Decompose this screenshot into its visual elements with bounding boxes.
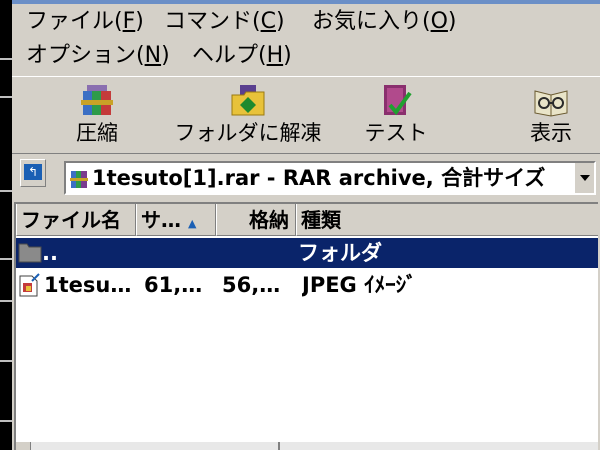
item-type: フォルダ [298, 241, 382, 265]
scrollbar-thumb-edge[interactable] [278, 442, 280, 450]
column-type[interactable]: 種類 [296, 204, 598, 236]
menu-mnemonic: F [122, 9, 136, 34]
view-label: 表示 [530, 121, 572, 145]
compress-label: 圧縮 [76, 121, 118, 145]
file-list[interactable]: ファイル名 サ… ▲ 格納 種類 .. フォルダ 1tesu… 61,… 56,… [14, 202, 598, 450]
winrar-window: ファイル(F) コマンド(C) お気に入り(O) オプション(N) ヘルプ(H)… [12, 0, 600, 450]
folder-icon [18, 243, 42, 263]
up-folder-button[interactable]: ↰ [20, 159, 46, 187]
horizontal-scrollbar[interactable] [16, 442, 598, 450]
column-packed[interactable]: 格納 [216, 204, 296, 236]
item-size: 61,… [144, 273, 203, 297]
column-name[interactable]: ファイル名 [16, 204, 136, 236]
background-window-edge [0, 0, 12, 450]
compress-button[interactable]: 圧縮 [58, 77, 136, 153]
list-item-file[interactable]: 1tesu… 61,… 56,… JPEG ｲﾒｰｼﾞ [16, 270, 598, 300]
archive-path-combobox[interactable]: 1tesuto[1].rar - RAR archive, 合計サイズ [64, 161, 596, 195]
column-size[interactable]: サ… ▲ [136, 204, 216, 236]
scroll-left-button[interactable] [16, 442, 31, 450]
chevron-down-icon [580, 175, 590, 181]
menu-mnemonic: H [266, 43, 284, 68]
jpeg-file-icon [19, 273, 40, 297]
archive-books-icon [81, 85, 113, 115]
menu-mnemonic: O [430, 9, 448, 34]
up-arrow-icon: ↰ [24, 164, 42, 180]
sort-up-icon: ▲ [187, 217, 197, 230]
menu-command[interactable]: コマンド(C) [164, 6, 285, 38]
menu-file[interactable]: ファイル(F) [26, 6, 144, 38]
menu-favorites[interactable]: お気に入り(O) [312, 6, 457, 38]
item-name: 1tesu… [44, 273, 132, 297]
test-label: テスト [364, 121, 428, 145]
menu-options[interactable]: オプション(N) [26, 40, 170, 72]
menu-bar: ファイル(F) コマンド(C) お気に入り(O) オプション(N) ヘルプ(H) [12, 4, 600, 76]
test-check-icon [384, 85, 412, 116]
archive-path-text: 1tesuto[1].rar - RAR archive, 合計サイズ [92, 166, 546, 190]
menu-mnemonic: N [144, 43, 162, 68]
column-header: ファイル名 サ… ▲ 格納 種類 [16, 204, 598, 236]
folder-extract-icon [231, 85, 265, 116]
item-type: JPEG ｲﾒｰｼﾞ [302, 273, 417, 297]
item-name: .. [42, 241, 58, 265]
view-button[interactable]: 表示 [516, 77, 586, 153]
test-button[interactable]: テスト [360, 77, 432, 153]
menu-mnemonic: C [260, 9, 276, 34]
view-book-glasses-icon [534, 90, 568, 117]
toolbar: 圧縮 フォルダに解凍 テスト 表示 [12, 76, 600, 154]
menu-help[interactable]: ヘルプ(H) [192, 40, 292, 72]
extract-to-folder-label: フォルダに解凍 [174, 121, 322, 145]
extract-to-folder-button[interactable]: フォルダに解凍 [172, 77, 324, 153]
address-bar: ↰ 1tesuto[1].rar - RAR archive, 合計サイズ [12, 153, 600, 199]
item-packed: 56,… [222, 273, 281, 297]
list-item-parent-folder[interactable]: .. フォルダ [16, 238, 598, 268]
title-bar-edge [12, 0, 600, 4]
rar-archive-icon [70, 171, 88, 188]
path-dropdown-button[interactable] [574, 163, 594, 193]
